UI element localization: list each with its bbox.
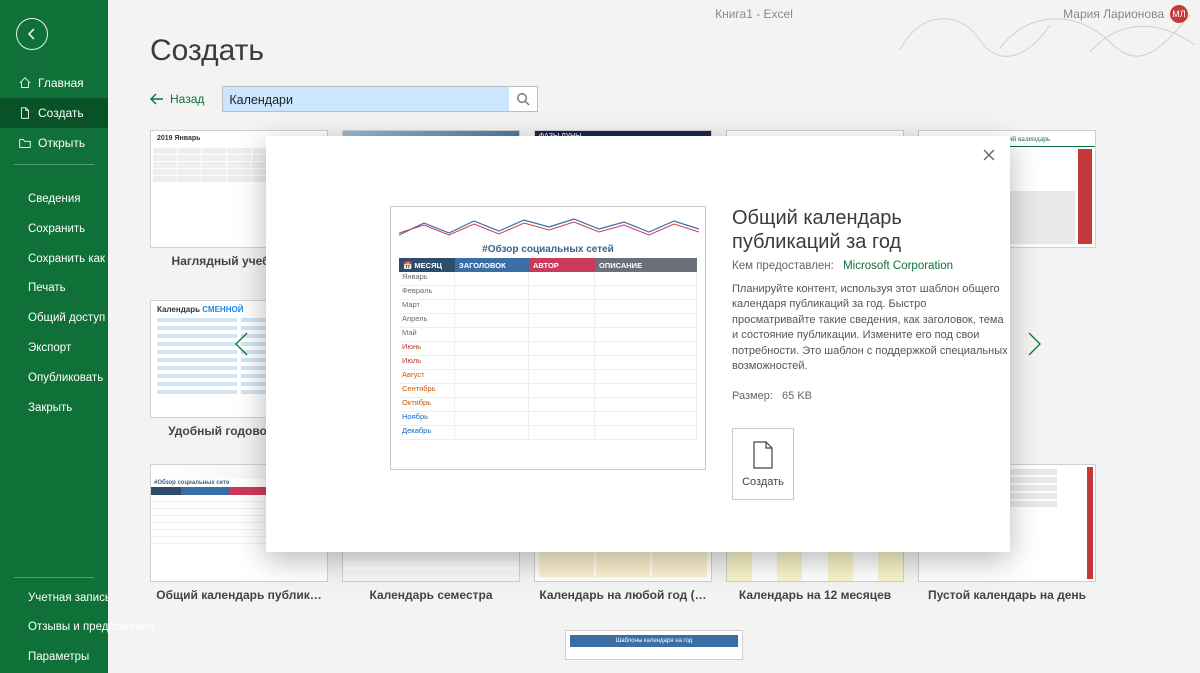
search-icon [516,92,530,106]
template-preview: #Обзор социальных сетей 📅 МЕСЯЦЗАГОЛОВОК… [390,206,706,470]
nav-close[interactable]: Закрыть [0,394,108,424]
nav-new[interactable]: Создать [0,98,108,128]
size-value: 65 KB [782,390,812,402]
nav-export[interactable]: Экспорт [0,334,108,364]
home-icon [18,76,32,90]
template-caption: Пустой календарь на день [918,588,1096,602]
user-name: Мария Ларионова [1063,7,1164,21]
nav-new-label: Создать [38,106,84,120]
next-template-button[interactable] [1010,136,1056,552]
template-caption: Общий календарь публик… [150,588,328,602]
nav-account[interactable]: Учетная запись [0,584,108,614]
create-button-label: Создать [742,476,784,488]
back-link-label: Назад [170,92,204,106]
nav-save-as[interactable]: Сохранить как [0,245,108,275]
template-caption: Календарь семестра [342,588,520,602]
nav-open[interactable]: Открыть [0,128,108,158]
close-button[interactable] [982,146,996,167]
template-details: Общий календарь публикаций за год Кем пр… [732,206,1012,500]
nav-share[interactable]: Общий доступ [0,304,108,334]
template-caption: Календарь на 12 месяцев [726,588,904,602]
template-caption: Календарь на любой год (… [534,588,712,602]
chevron-right-icon [1018,329,1048,359]
template-title: Общий календарь публикаций за год [732,206,1012,254]
nav-options[interactable]: Параметры [0,643,108,673]
back-link[interactable]: Назад [150,92,204,106]
size-label: Размер: [732,390,773,402]
provided-by-label: Кем предоставлен: [732,260,834,272]
nav-info[interactable]: Сведения [0,185,108,215]
nav-open-label: Открыть [38,136,85,150]
folder-icon [18,136,32,150]
template-card[interactable]: Шаблоны календаря на год [565,630,743,660]
divider [14,577,94,578]
nav-home-label: Главная [38,76,84,90]
backstage-sidebar: Главная Создать Открыть Сведения Сохрани… [0,0,108,673]
prev-template-button[interactable] [220,136,266,552]
search-value: Календари [223,87,509,111]
chevron-left-icon [228,329,258,359]
search-input[interactable]: Календари [222,86,538,112]
create-button[interactable]: Создать [732,428,794,500]
arrow-left-icon [150,93,164,105]
template-description: Планируйте контент, используя этот шабло… [732,282,1012,374]
nav-home[interactable]: Главная [0,68,108,98]
nav-print[interactable]: Печать [0,274,108,304]
close-icon [982,148,996,162]
search-button[interactable] [509,87,537,111]
divider [14,164,94,165]
template-detail-dialog: #Обзор социальных сетей 📅 МЕСЯЦЗАГОЛОВОК… [266,136,1010,552]
nav-publish[interactable]: Опубликовать [0,364,108,394]
search-row: Назад Календари [150,86,1158,112]
provider-link[interactable]: Microsoft Corporation [843,260,953,272]
preview-title: #Обзор социальных сетей [399,243,697,258]
file-icon [18,106,32,120]
file-icon [751,440,775,470]
chart-icon [399,215,699,241]
window-title: Книга1 - Excel [515,7,793,21]
nav-feedback[interactable]: Отзывы и предложения [0,613,108,643]
back-button[interactable] [16,18,48,50]
page-title: Создать [150,34,1158,68]
nav-save[interactable]: Сохранить [0,215,108,245]
